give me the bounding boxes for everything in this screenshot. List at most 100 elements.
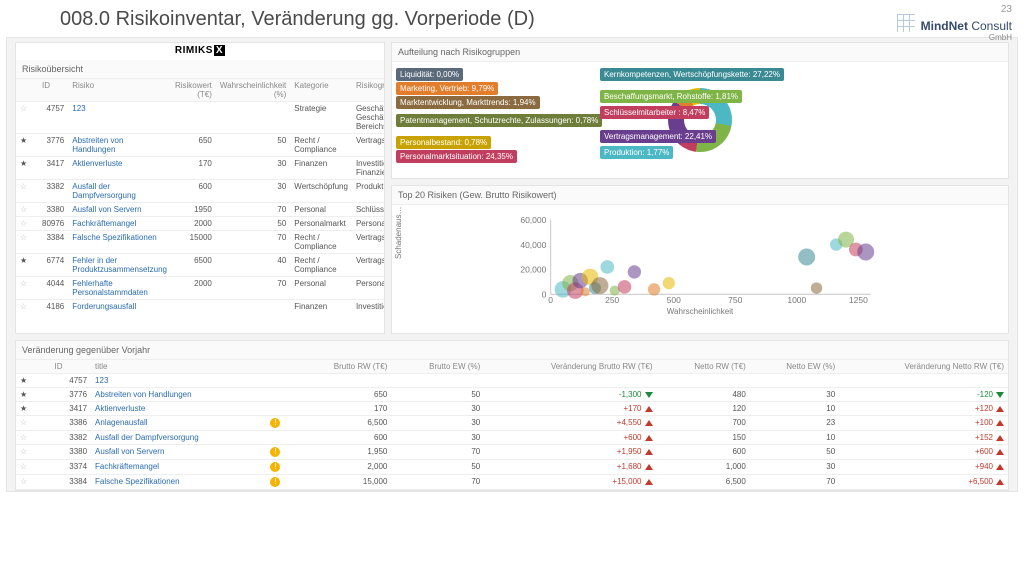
table-row[interactable]: ☆ 4044Fehlerhafte Personalstammdaten 200…	[16, 277, 384, 300]
col-header[interactable]	[266, 360, 294, 374]
svg-text:60,000: 60,000	[520, 215, 546, 225]
table-row[interactable]: ☆ 3380Ausfall von Servern ! 1,95070+1,95…	[16, 445, 1008, 460]
table-row[interactable]: ☆ 3382Ausfall der Dampfversorgung 60030W…	[16, 180, 384, 203]
col-header[interactable]: Veränderung Brutto RW (T€)	[484, 360, 656, 374]
risk-link[interactable]: Fehlerhafte Personalstammdaten	[72, 279, 148, 297]
table-row[interactable]: ☆ 3384Falsche Spezifikationen 1500070Rec…	[16, 231, 384, 254]
col-header[interactable]: Veränderung Netto RW (T€)	[839, 360, 1008, 374]
col-header[interactable]: ID	[51, 360, 92, 374]
star-icon[interactable]: ★	[20, 159, 34, 168]
app-brand-text: RIMIKS	[175, 45, 213, 56]
risk-link[interactable]: Fachkräftemangel	[95, 462, 159, 471]
risk-link[interactable]: Falsche Spezifikationen	[72, 233, 157, 242]
risk-link[interactable]: 123	[72, 104, 85, 113]
col-header[interactable]: title	[91, 360, 266, 374]
table-row[interactable]: ★ 4757123	[16, 374, 1008, 388]
trend-up-icon	[645, 464, 653, 470]
pie-label: Marketing, Vertrieb: 9,79%	[396, 82, 498, 95]
table-row[interactable]: ☆ 3374Fachkräftemangel ! 2,00050+1,680 1…	[16, 460, 1008, 475]
trend-up-icon	[645, 435, 653, 441]
warning-icon: !	[270, 462, 280, 472]
col-header[interactable]: Risiko	[68, 79, 171, 102]
pie-label: Beschaffungsmarkt, Rohstoffe: 1,81%	[600, 90, 742, 103]
col-header[interactable]: Kategorie	[290, 79, 352, 102]
risk-link[interactable]: Aktienverluste	[95, 404, 145, 413]
table-row[interactable]: ★ 3776Abstreiten von Handlungen 65050-1,…	[16, 388, 1008, 402]
risk-link[interactable]: Fehler in der Produktzusammensetzung	[72, 256, 167, 274]
table-row[interactable]: ☆ 80976Fachkräftemangel 200050Personalma…	[16, 217, 384, 231]
table-row[interactable]: ★ 6774Fehler in der Produktzusammensetzu…	[16, 254, 384, 277]
col-header[interactable]	[16, 360, 51, 374]
col-header[interactable]: Brutto EW (%)	[391, 360, 484, 374]
x-axis-label: Wahrscheinlichkeit	[398, 307, 1002, 316]
risk-link[interactable]: Ausfall der Dampfversorgung	[72, 182, 136, 200]
star-icon[interactable]: ★	[20, 256, 34, 265]
star-icon[interactable]: ☆	[20, 205, 34, 214]
col-header[interactable]: Risikowert (T€)	[171, 79, 216, 102]
risk-link[interactable]: 123	[95, 376, 108, 385]
pie-label: Personalmarktsituation: 24,35%	[396, 150, 517, 163]
table-row[interactable]: ★ 3776Abstreiten von Handlungen 65050Rec…	[16, 134, 384, 157]
risk-link[interactable]: Anlagenausfall	[95, 418, 147, 427]
risk-link[interactable]: Ausfall von Servern	[72, 205, 141, 214]
svg-text:250: 250	[605, 295, 619, 305]
panel-overview-title: Risikoübersicht	[16, 60, 384, 79]
star-icon[interactable]: ☆	[20, 219, 34, 228]
table-row[interactable]: ★ 3417Aktienverluste 17030+170 12010+120	[16, 402, 1008, 416]
star-icon[interactable]: ☆	[20, 462, 34, 471]
star-icon[interactable]: ★	[20, 390, 34, 399]
star-icon[interactable]: ★	[20, 136, 34, 145]
risk-link[interactable]: Ausfall von Servern	[95, 447, 164, 456]
risk-link[interactable]: Abstreiten von Handlungen	[95, 390, 192, 399]
star-icon[interactable]: ☆	[20, 433, 34, 442]
scatter-chart[interactable]: 025050075010001250020,00040,00060,000	[398, 209, 1002, 305]
table-row[interactable]: ☆ 4186Forderungsausfall FinanzenInvestit…	[16, 300, 384, 312]
table-row[interactable]: ☆ 3384Falsche Spezifikationen ! 15,00070…	[16, 475, 1008, 490]
col-header[interactable]	[16, 79, 38, 102]
star-icon[interactable]: ☆	[20, 233, 34, 242]
col-header[interactable]: Wahrscheinlichkeit (%)	[216, 79, 290, 102]
col-header[interactable]: Brutto RW (T€)	[295, 360, 392, 374]
star-icon[interactable]: ☆	[20, 447, 34, 456]
risk-link[interactable]: Forderungsausfall	[72, 302, 136, 311]
star-icon[interactable]: ☆	[20, 477, 34, 486]
star-icon[interactable]: ☆	[20, 279, 34, 288]
risk-link[interactable]: Aktienverluste	[72, 159, 122, 168]
col-header[interactable]: Risikogruppe	[352, 79, 384, 102]
pie-label: Marktentwicklung, Markttrends: 1,94%	[396, 96, 540, 109]
table-row[interactable]: ☆ 4757123 StrategieGeschäftsfeldstruktur…	[16, 102, 384, 134]
star-icon[interactable]: ☆	[20, 182, 34, 191]
risk-link[interactable]: Abstreiten von Handlungen	[72, 136, 123, 154]
pie-chart[interactable]: Liquidität: 0,00%Marketing, Vertrieb: 9,…	[392, 62, 1008, 178]
star-icon[interactable]: ★	[20, 404, 34, 413]
table-row[interactable]: ☆ 3386Anlagenausfall ! 6,50030+4,550 700…	[16, 416, 1008, 431]
risk-link[interactable]: Ausfall der Dampfversorgung	[95, 433, 199, 442]
panel-scatter: Top 20 Risiken (Gew. Brutto Risikowert) …	[391, 185, 1009, 334]
warning-icon: !	[270, 447, 280, 457]
risk-link[interactable]: Falsche Spezifikationen	[95, 477, 180, 486]
trend-up-icon	[996, 435, 1004, 441]
overview-table[interactable]: IDRisikoRisikowert (T€)Wahrscheinlichkei…	[16, 79, 384, 311]
star-icon[interactable]: ★	[20, 376, 34, 385]
table-row[interactable]: ★ 3417Aktienverluste 17030FinanzenInvest…	[16, 157, 384, 180]
star-icon[interactable]: ☆	[20, 418, 34, 427]
col-header[interactable]: Netto RW (T€)	[657, 360, 750, 374]
brand: MindNet Consult GmbH	[897, 14, 1012, 42]
trend-up-icon	[645, 420, 653, 426]
svg-text:750: 750	[728, 295, 742, 305]
warning-icon: !	[270, 418, 280, 428]
trend-up-icon	[645, 479, 653, 485]
svg-text:1250: 1250	[849, 295, 868, 305]
app-brand-x: X	[214, 45, 225, 56]
star-icon[interactable]: ☆	[20, 104, 34, 113]
trend-down-icon	[645, 392, 653, 398]
svg-text:0: 0	[548, 295, 553, 305]
col-header[interactable]: Netto EW (%)	[750, 360, 839, 374]
risk-link[interactable]: Fachkräftemangel	[72, 219, 136, 228]
col-header[interactable]: ID	[38, 79, 68, 102]
delta-table[interactable]: IDtitleBrutto RW (T€)Brutto EW (%)Veränd…	[16, 360, 1008, 490]
trend-up-icon	[996, 449, 1004, 455]
table-row[interactable]: ☆ 3380Ausfall von Servern 195070Personal…	[16, 203, 384, 217]
star-icon[interactable]: ☆	[20, 302, 34, 311]
table-row[interactable]: ☆ 3382Ausfall der Dampfversorgung 60030+…	[16, 431, 1008, 445]
